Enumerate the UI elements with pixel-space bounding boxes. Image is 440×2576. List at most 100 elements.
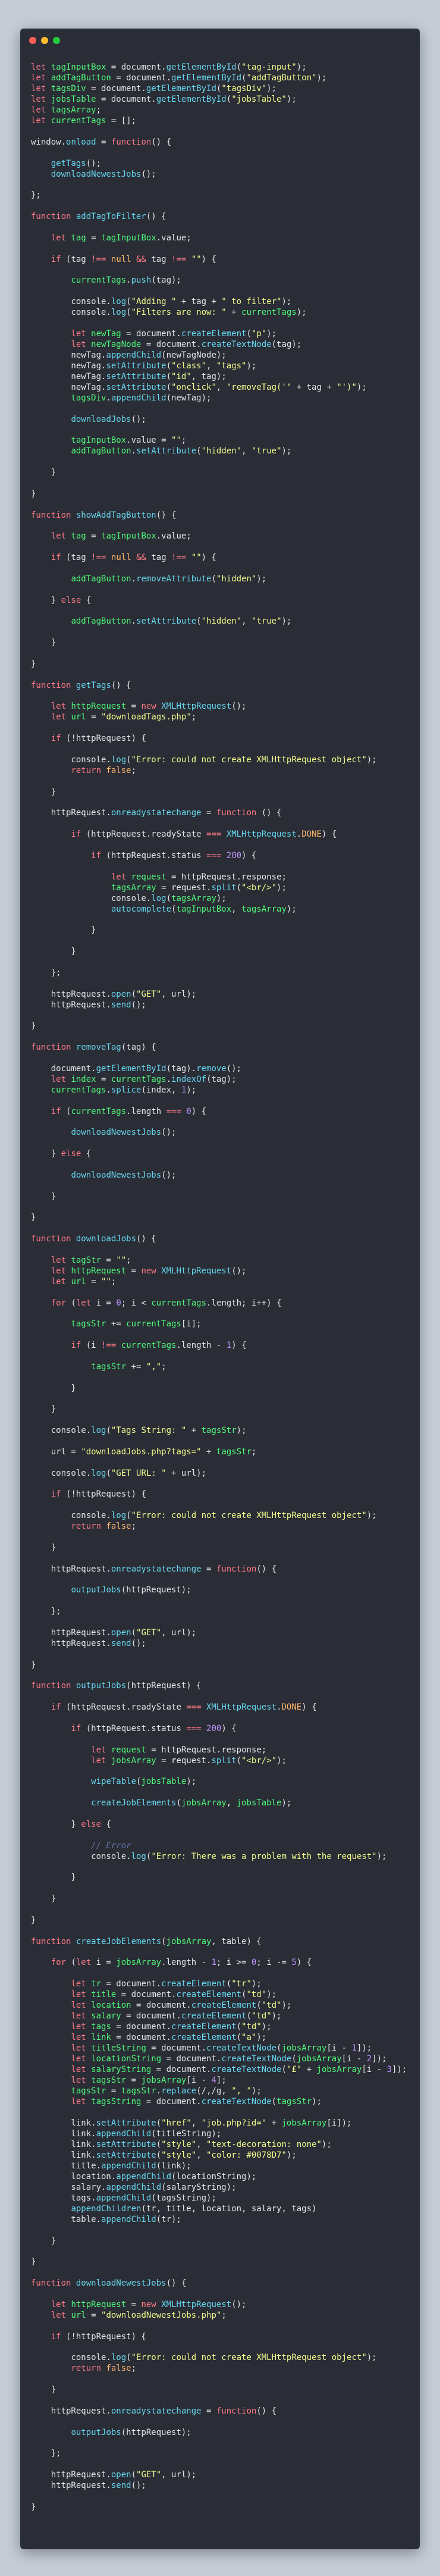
code-token: 2 bbox=[366, 2054, 372, 2064]
code-line: } bbox=[31, 637, 414, 648]
code-token: += bbox=[106, 1319, 127, 1329]
code-token: let bbox=[71, 2065, 92, 2074]
code-token: createElement bbox=[171, 2033, 237, 2042]
code-token: httpRequest bbox=[71, 702, 127, 712]
code-line: let tag = tagInputBox.value; bbox=[31, 531, 414, 542]
code-token: let bbox=[31, 73, 51, 83]
code-token: ( bbox=[196, 616, 202, 627]
code-token: outputJobs bbox=[71, 2427, 121, 2437]
code-token: i = bbox=[96, 1958, 117, 1968]
code-token: function bbox=[31, 1234, 76, 1244]
code-token: ); bbox=[276, 1755, 287, 1766]
code-token: "job.php?id=" bbox=[201, 2118, 267, 2128]
code-token: showAddTagButton bbox=[76, 510, 156, 520]
code-token: tagsArray bbox=[111, 882, 156, 893]
code-token: jobsArray bbox=[116, 1958, 162, 1968]
code-token: ); bbox=[376, 1851, 387, 1861]
code-token: document. bbox=[111, 95, 156, 104]
code-token: } bbox=[31, 2236, 56, 2246]
code-token: } bbox=[31, 1873, 76, 1883]
code-token: (titleString); bbox=[151, 2129, 222, 2139]
code-token: getElementById bbox=[171, 73, 242, 83]
code-token: outputJobs bbox=[76, 1681, 127, 1691]
code-line: console.log("Error: could not create XML… bbox=[31, 1510, 414, 1521]
code-line: if (tag !== null && tag !== "") { bbox=[31, 254, 414, 265]
code-token: jobsArray bbox=[111, 1755, 156, 1766]
code-line: link.setAttribute("style", "color: #0078… bbox=[31, 2150, 414, 2161]
code-token: "hidden" bbox=[201, 446, 242, 456]
code-line: let link = document.createElement("a"); bbox=[31, 2032, 414, 2043]
code-token: } bbox=[31, 1542, 56, 1553]
code-line: let title = document.createElement("td")… bbox=[31, 1989, 414, 2000]
code-token: location. bbox=[31, 2171, 117, 2181]
code-token: index bbox=[71, 1074, 96, 1084]
code-line: currentTags.splice(index, 1); bbox=[31, 1085, 414, 1095]
code-token: new bbox=[141, 2299, 162, 2309]
code-token: 200 bbox=[206, 1723, 222, 1733]
code-token: httpRequest. bbox=[31, 1627, 111, 1638]
code-line: currentTags.push(tag); bbox=[31, 275, 414, 286]
code-token: downloadNewestJobs bbox=[71, 1170, 162, 1180]
code-token: (httpRequest.readyState bbox=[66, 1702, 187, 1712]
code-token: + tag + bbox=[176, 297, 222, 306]
code-token: = bbox=[126, 2076, 142, 2085]
code-token: (); bbox=[131, 1000, 146, 1010]
code-token: (); bbox=[141, 169, 156, 179]
code-token: jobsArray bbox=[281, 2043, 327, 2053]
code-token: ); bbox=[251, 2086, 262, 2096]
code-token: autocomplete bbox=[111, 904, 172, 914]
code-token: "GET" bbox=[136, 2470, 162, 2480]
code-token: [i - bbox=[326, 2043, 352, 2053]
code-token: ); bbox=[281, 446, 292, 456]
code-token: createElement bbox=[171, 2022, 237, 2032]
code-token: if bbox=[51, 734, 67, 743]
code-token: "href" bbox=[161, 2118, 191, 2128]
code-token: "tr" bbox=[231, 1979, 252, 1989]
code-line: let tagInputBox = document.getElementByI… bbox=[31, 62, 414, 73]
code-token: XMLHttpRequest bbox=[161, 1266, 232, 1276]
code-token: . bbox=[131, 574, 137, 584]
code-token: ( bbox=[281, 2065, 287, 2074]
code-token: ( bbox=[71, 1958, 76, 1968]
code-token: ; bbox=[111, 1276, 117, 1287]
code-token: let bbox=[31, 116, 51, 126]
code-token: , bbox=[241, 616, 252, 627]
minimize-dot-icon[interactable] bbox=[41, 37, 48, 44]
maximize-dot-icon[interactable] bbox=[53, 37, 60, 44]
code-token: console. bbox=[31, 1468, 92, 1478]
code-line: function downloadNewestJobs() { bbox=[31, 2278, 414, 2289]
code-token: addTagButton bbox=[51, 73, 111, 83]
code-token: for bbox=[51, 1958, 71, 1968]
code-token: let bbox=[51, 1255, 71, 1265]
code-token: () { bbox=[151, 137, 172, 147]
code-token: document. bbox=[31, 1063, 96, 1073]
code-token: = bbox=[126, 702, 142, 712]
close-dot-icon[interactable] bbox=[29, 37, 36, 44]
code-token: (); bbox=[131, 414, 146, 424]
code-token: tagsDiv bbox=[51, 84, 86, 93]
code-token: } bbox=[31, 1894, 56, 1904]
code-token: ); bbox=[281, 1798, 292, 1808]
code-token: appendChild bbox=[111, 393, 166, 403]
code-token: + tag + bbox=[291, 382, 337, 392]
code-token: let bbox=[71, 339, 92, 349]
code-token: "" bbox=[116, 1255, 127, 1265]
code-token: } bbox=[31, 638, 56, 647]
code-token: = bbox=[96, 137, 111, 147]
